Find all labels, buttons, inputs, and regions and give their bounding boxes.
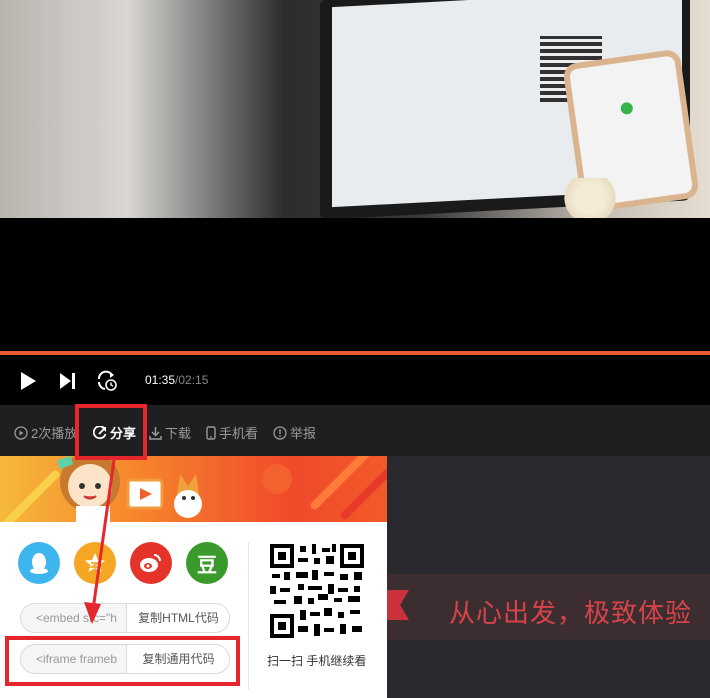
annotation-arrow-icon: [84, 459, 116, 624]
